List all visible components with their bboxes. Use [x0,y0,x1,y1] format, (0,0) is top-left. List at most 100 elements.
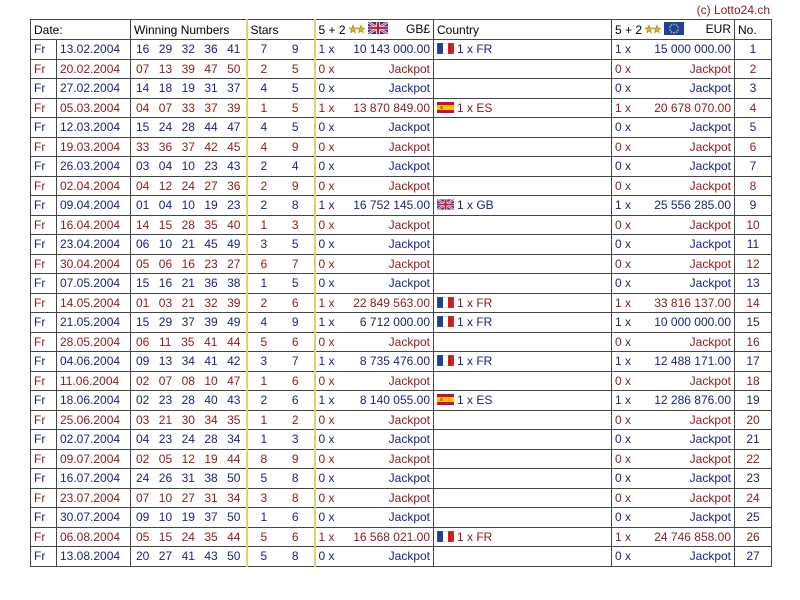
eur-prize: 1 x 12 488 171.00 [611,351,735,372]
draw-day: Fr [30,214,57,235]
draw-day: Fr [30,136,57,157]
star-number: 1 [260,276,268,291]
winning-number: 24 [136,471,150,486]
gb-amount: Jackpot [388,373,430,388]
table-row: Fr 02.07.2004 04 23 24 28 34 13 0 x Jackpot 0… [30,429,772,450]
gb-winners: 0 x [318,159,335,174]
country: 1 x FR [433,312,612,333]
eur-prize: 0 x Jackpot [611,175,735,196]
country [433,273,612,294]
eur-amount: 24 746 858.00 [654,529,731,544]
gb-amount: 16 568 021.00 [353,529,430,544]
stars: 56 [245,331,316,352]
draw-date: 18.06.2004 [56,390,131,411]
fr-flag-icon [437,296,457,310]
draw-date: 19.03.2004 [56,136,131,157]
eur-winners: 1 x [615,295,632,310]
gb-flag-icon [437,198,457,212]
winning-number: 18 [158,81,173,96]
winning-number: 31 [204,81,218,96]
draw-date: 02.07.2004 [56,429,131,450]
country: 1 x FR [433,526,612,547]
gb-winners: 1 x [318,42,335,57]
draw-number: 25 [734,507,772,528]
star-number: 6 [260,256,268,271]
eur-winners: 1 x [615,100,632,115]
star-number: 2 [260,159,268,174]
eur-winners: 1 x [615,315,632,330]
eur-amount: Jackpot [689,217,731,232]
header-date: Date: [30,19,131,40]
winning-number: 30 [181,412,195,427]
draw-number: 11 [734,234,772,255]
table-row: Fr 19.03.2004 33 36 37 42 45 49 0 x Jackpot 0… [30,136,772,157]
draw-day: Fr [30,195,57,216]
draw-day: Fr [30,429,57,450]
gb-prize: 1 x 6 712 000.00 [314,312,434,333]
stars: 28 [245,195,316,216]
eur-prize: 1 x 25 556 285.00 [611,195,735,216]
eur-amount: Jackpot [689,549,731,564]
country [433,429,612,450]
winning-number: 39 [181,61,195,76]
eur-amount: 15 000 000.00 [654,42,731,57]
draw-date: 16.07.2004 [56,468,131,489]
eur-prize: 0 x Jackpot [611,234,735,255]
winning-number: 29 [158,42,173,57]
winning-number: 26 [158,471,173,486]
draw-number: 10 [734,214,772,235]
eur-winners: 0 x [615,432,632,447]
country-winners: 1 x FR [457,354,493,369]
winning-number: 06 [136,237,150,252]
eur-prize: 1 x 12 286 876.00 [611,390,735,411]
star-number: 4 [260,315,268,330]
draw-number: 23 [734,468,772,489]
eur-amount: 33 816 137.00 [654,295,731,310]
draw-day: Fr [30,507,57,528]
table-row: Fr 06.08.2004 05 15 24 35 44 56 1 x 16 568 02… [30,526,772,547]
draw-number: 12 [734,253,772,274]
winning-number: 39 [204,315,218,330]
winning-number: 42 [204,139,218,154]
star-number: 8 [291,490,299,505]
table-row: Fr 13.02.2004 16 29 32 36 41 79 1 x 10 143 00… [30,39,772,60]
country-winners: 1 x FR [457,315,493,330]
star-number: 8 [291,471,299,486]
draw-date: 27.02.2004 [56,78,131,99]
country [433,253,612,274]
draw-day: Fr [30,175,57,196]
stars: 38 [245,487,316,508]
draw-day: Fr [30,312,57,333]
gb-amount: Jackpot [388,451,430,466]
gb-amount: Jackpot [388,256,430,271]
winning-numbers: 06 10 21 45 49 [130,234,247,255]
winning-number: 02 [136,373,150,388]
eur-amount: Jackpot [689,510,731,525]
draw-number: 5 [734,117,772,138]
star-number: 8 [291,198,299,213]
winning-number: 49 [227,237,241,252]
winning-number: 04 [136,432,150,447]
table-row: Fr 02.04.2004 04 12 24 27 36 29 0 x Jackpot 0… [30,175,772,196]
winning-numbers: 07 13 39 47 50 [130,58,247,79]
draw-date: 06.08.2004 [56,526,131,547]
eur-winners: 0 x [615,159,632,174]
table-row: Fr 18.06.2004 02 23 28 40 43 26 1 x8 140 055… [30,390,772,411]
draw-date: 21.05.2004 [56,312,131,333]
gb-winners: 0 x [318,61,335,76]
star-number: 5 [260,549,268,564]
draw-date: 14.05.2004 [56,292,131,313]
table-row: Fr 30.07.2004 09 10 19 37 50 16 0 x Jackpot 0… [30,507,772,528]
eur-winners: 1 x [615,42,632,57]
gb-winners: 0 x [318,256,335,271]
stars: 15 [245,97,316,118]
winning-number: 04 [158,198,173,213]
country [433,409,612,430]
eur-amount: Jackpot [689,334,731,349]
stars: 35 [245,234,316,255]
star-number: 1 [260,100,268,115]
results-table: Date: Winning Numbers Stars 5 + 2 GB£ Co… [30,19,772,567]
winning-numbers: 09 10 19 37 50 [130,507,247,528]
draw-number: 4 [734,97,772,118]
draw-date: 30.04.2004 [56,253,131,274]
